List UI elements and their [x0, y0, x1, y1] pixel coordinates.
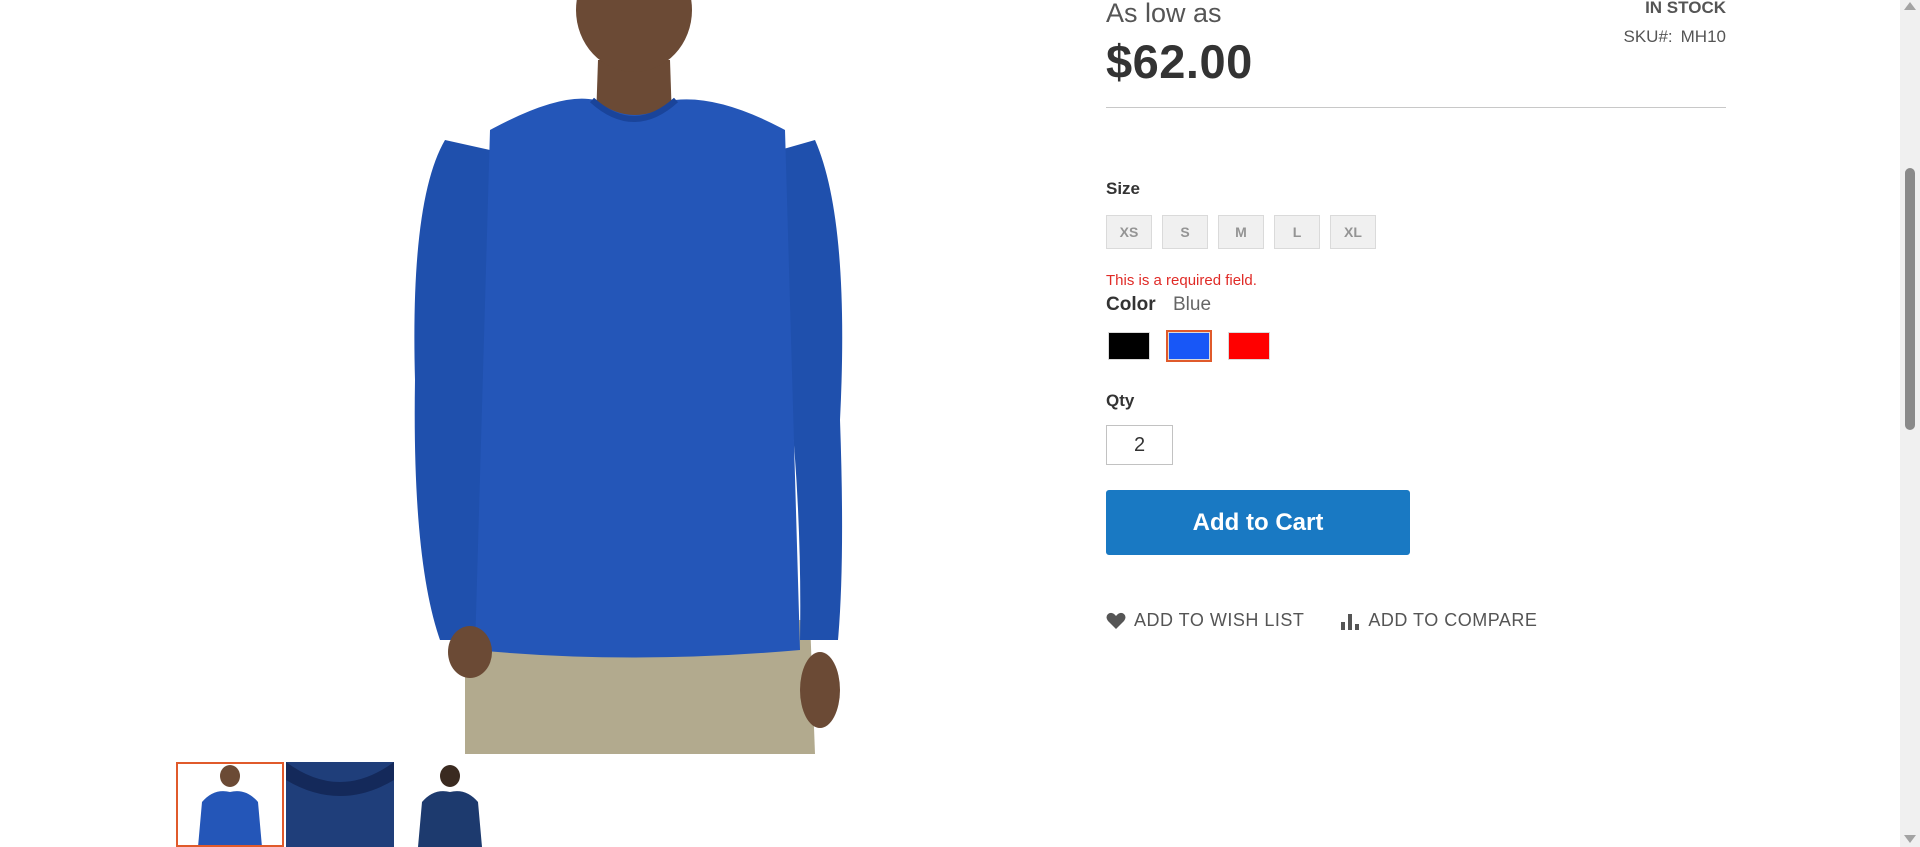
color-swatch-black[interactable] — [1106, 330, 1152, 362]
swatch-black-fill — [1108, 332, 1150, 360]
scroll-down-arrow-icon[interactable] — [1904, 835, 1916, 843]
size-options: XS S M L XL — [1106, 215, 1376, 249]
size-option-s[interactable]: S — [1162, 215, 1208, 249]
thumbnail-front[interactable] — [176, 762, 284, 847]
thumbnail-strip — [176, 762, 504, 847]
size-required-error: This is a required field. — [1106, 272, 1257, 289]
scroll-thumb[interactable] — [1905, 168, 1915, 430]
size-option-m[interactable]: M — [1218, 215, 1264, 249]
scroll-up-arrow-icon[interactable] — [1904, 2, 1916, 10]
selected-color: Blue — [1173, 294, 1212, 315]
swatch-red-fill — [1228, 332, 1270, 360]
qty-input[interactable] — [1106, 425, 1173, 465]
swatch-blue-fill — [1168, 332, 1210, 360]
size-label: Size — [1106, 179, 1141, 198]
thumbnail-front-image — [176, 762, 284, 847]
product-main-image[interactable] — [370, 0, 890, 754]
divider — [1106, 107, 1726, 108]
size-option-xl[interactable]: XL — [1330, 215, 1376, 249]
sku-value: MH10 — [1680, 27, 1726, 46]
thumbnail-back[interactable] — [396, 762, 504, 847]
thumbnail-fabric[interactable] — [286, 762, 394, 847]
page-scrollbar[interactable] — [1900, 0, 1920, 847]
size-option-l[interactable]: L — [1274, 215, 1320, 249]
color-label: Color — [1106, 294, 1156, 315]
color-swatch-red[interactable] — [1226, 330, 1272, 362]
add-to-cart-button[interactable]: Add to Cart — [1106, 490, 1410, 555]
product-actions: Add to Wish List Add to Compare — [1106, 610, 1537, 631]
product-gallery — [0, 0, 1060, 847]
product-sku: SKU#: MH10 — [1624, 27, 1727, 47]
qty-label: Qty — [1106, 391, 1135, 410]
add-to-compare-link[interactable]: Add to Compare — [1340, 610, 1537, 631]
stock-status: IN STOCK — [1645, 0, 1726, 17]
wishlist-label: Add to Wish List — [1134, 610, 1305, 630]
add-to-wishlist-link[interactable]: Add to Wish List — [1106, 610, 1304, 631]
color-swatch-blue[interactable] — [1166, 330, 1212, 362]
compare-chart-icon — [1341, 613, 1360, 630]
thumbnail-back-image — [396, 762, 504, 847]
product-price: $62.00 — [1106, 35, 1253, 88]
price-prefix: As low as — [1106, 0, 1222, 28]
sku-label: SKU#: — [1623, 27, 1673, 46]
size-option-xs[interactable]: XS — [1106, 215, 1152, 249]
heart-icon — [1106, 612, 1126, 629]
color-options — [1106, 330, 1272, 362]
compare-label: Add to Compare — [1368, 610, 1538, 630]
thumbnail-fabric-image — [286, 762, 394, 847]
